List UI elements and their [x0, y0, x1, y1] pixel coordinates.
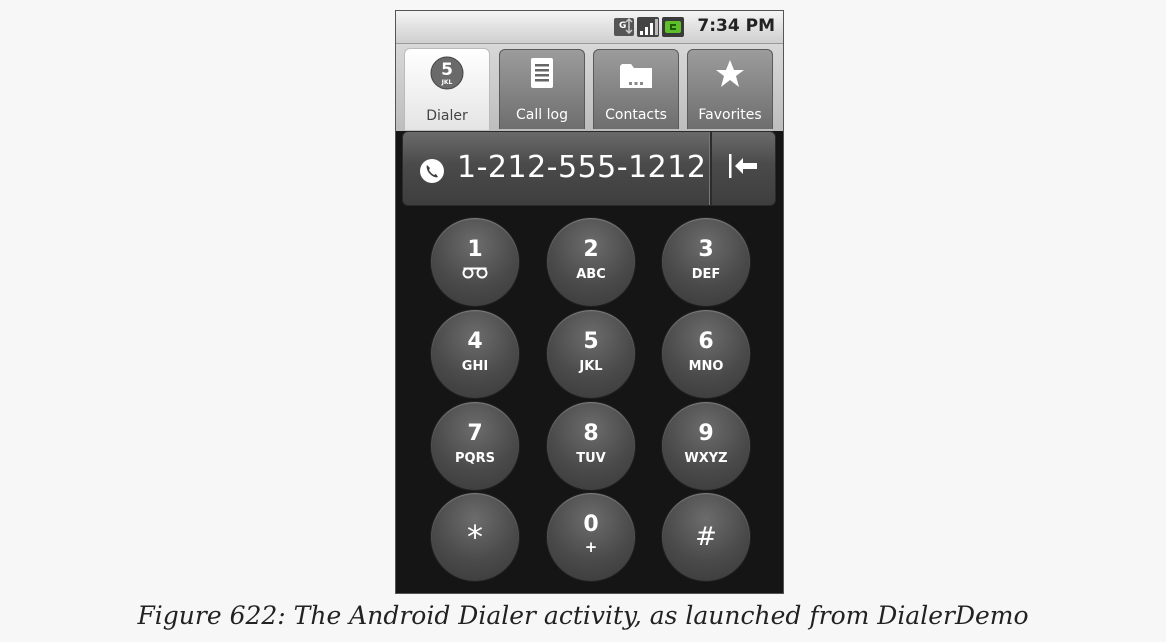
svg-text:G: G [619, 21, 626, 31]
tab-call-log[interactable]: Call log [499, 49, 585, 129]
status-bar: G 7:34 PM [396, 11, 783, 44]
key-letters: JKL [579, 359, 603, 374]
key-2[interactable]: 2 ABC [547, 218, 635, 306]
key-digit: 8 [583, 421, 599, 446]
tab-contacts[interactable]: Contacts [593, 49, 679, 129]
key-6[interactable]: 6 MNO [662, 310, 750, 398]
tab-dialer-label: Dialer [426, 108, 468, 124]
phone-number-field[interactable]: 1-212-555-1212 [402, 131, 776, 206]
backspace-arrow-icon [725, 148, 761, 188]
key-3[interactable]: 3 DEF [662, 218, 750, 306]
tab-favorites[interactable]: Favorites [687, 49, 773, 129]
status-time: 7:34 PM [697, 16, 775, 36]
tab-dialer[interactable]: 5 JKL Dialer [404, 48, 490, 130]
tab-bar: 5 JKL Dialer Call log Contacts Favorites [396, 44, 783, 131]
phone-screen: G 7:34 PM 5 JKL Dialer Call log Contacts… [395, 10, 784, 594]
signal-bars-icon [637, 17, 659, 41]
voicemail-icon [431, 267, 519, 283]
data-sync-icon: G [613, 17, 635, 41]
key-letters: MNO [688, 359, 724, 374]
key-1[interactable]: 1 [431, 218, 519, 306]
key-star[interactable]: * [431, 493, 519, 581]
backspace-button[interactable] [715, 142, 771, 194]
key-digit: 0 [583, 512, 599, 537]
folder-icon [594, 56, 678, 92]
key-symbol: # [695, 522, 717, 552]
key-digit: 6 [698, 329, 714, 354]
key-digit: 9 [698, 421, 714, 446]
figure-caption: Figure 622: The Android Dialer activity,… [137, 601, 1029, 630]
key-symbol: * [467, 518, 483, 556]
tab-contacts-label: Contacts [605, 107, 667, 123]
key-letters: + [584, 538, 598, 556]
star-icon [688, 56, 772, 92]
key-letters: ABC [576, 267, 606, 282]
key-digit: 2 [583, 237, 599, 262]
tab-favorites-label: Favorites [698, 107, 762, 123]
key-letters: TUV [576, 451, 606, 466]
dialer-icon-digit: 5 [441, 60, 453, 80]
number-field-divider [709, 132, 712, 205]
key-letters: DEF [691, 267, 721, 282]
key-letters: PQRS [455, 451, 495, 466]
battery-charging-icon [662, 17, 684, 41]
key-8[interactable]: 8 TUV [547, 402, 635, 490]
key-5[interactable]: 5 JKL [547, 310, 635, 398]
key-digit: 3 [698, 237, 714, 262]
phone-handset-icon [419, 158, 445, 188]
key-letters: WXYZ [684, 451, 728, 466]
tab-call-log-label: Call log [516, 107, 568, 123]
dialpad-5-icon: 5 JKL [405, 55, 489, 91]
list-icon [500, 56, 584, 92]
key-letters: GHI [461, 359, 489, 374]
dialer-icon-letters: JKL [441, 79, 453, 86]
key-7[interactable]: 7 PQRS [431, 402, 519, 490]
key-0[interactable]: 0 + [547, 493, 635, 581]
key-digit: 7 [467, 421, 483, 446]
key-4[interactable]: 4 GHI [431, 310, 519, 398]
key-9[interactable]: 9 WXYZ [662, 402, 750, 490]
key-digit: 4 [467, 329, 483, 354]
dialed-number: 1-212-555-1212 [457, 150, 707, 185]
key-digit: 5 [583, 329, 599, 354]
key-pound[interactable]: # [662, 493, 750, 581]
key-digit: 1 [467, 237, 483, 262]
